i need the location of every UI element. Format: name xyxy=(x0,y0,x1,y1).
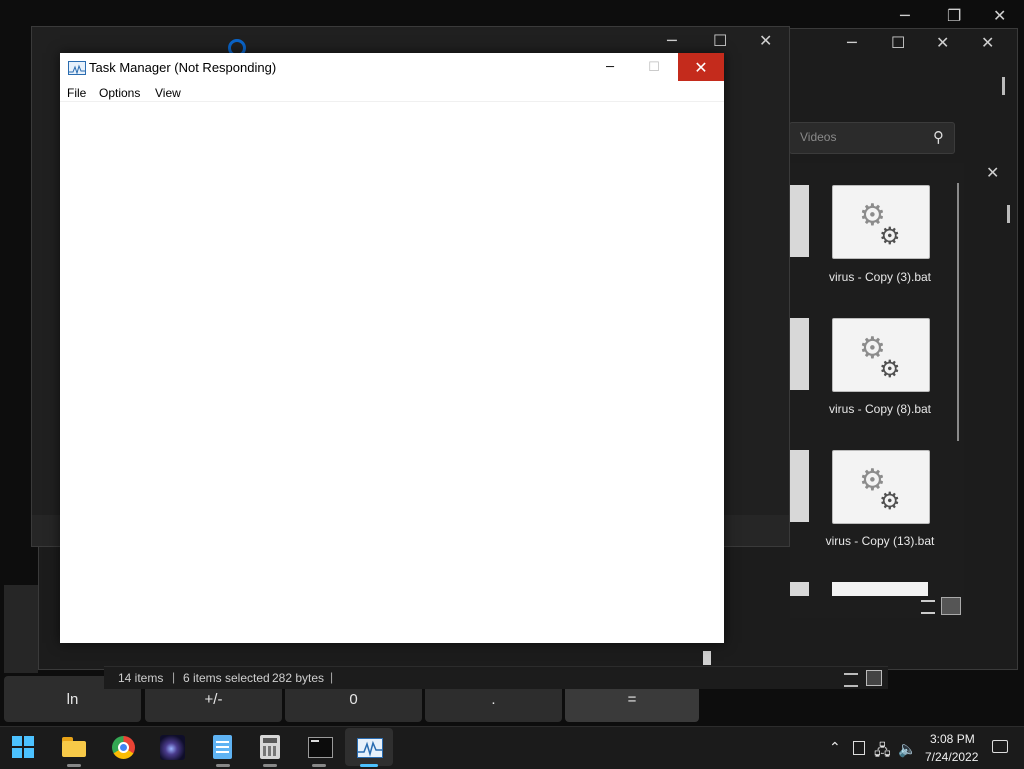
explorer-outer-close-control[interactable]: ✕ xyxy=(981,33,994,52)
file-thumbnail[interactable]: ⚙ ⚙ xyxy=(832,318,930,392)
task-manager-icon[interactable] xyxy=(357,738,383,758)
explorer-minimize-control[interactable]: ─ xyxy=(847,33,857,52)
calc-close-control[interactable]: ✕ xyxy=(759,31,772,50)
explorer-close-control[interactable]: ✕ xyxy=(936,33,949,52)
search-box[interactable]: Videos ⚲ xyxy=(789,122,955,154)
file-partial-tile[interactable] xyxy=(790,318,809,390)
tiles-view-icon[interactable] xyxy=(941,597,961,615)
task-manager-title: Task Manager (Not Responding) xyxy=(89,60,277,75)
terminal-icon[interactable] xyxy=(308,737,333,758)
explorer-maximize-control[interactable]: ☐ xyxy=(891,33,905,52)
file-thumbnail[interactable]: ⚙ ⚙ xyxy=(832,450,930,524)
status-divider: | xyxy=(172,670,176,684)
minimize-button[interactable]: ─ xyxy=(590,53,630,81)
search-input[interactable]: Videos xyxy=(800,130,836,144)
bg-minimize-control[interactable]: ─ xyxy=(900,6,910,25)
calc-maximize-control[interactable]: ☐ xyxy=(713,31,727,50)
file-partial-tile[interactable] xyxy=(832,582,928,596)
gear-icon: ⚙ xyxy=(879,222,901,250)
file-thumbnail[interactable]: ⚙ ⚙ xyxy=(832,185,930,259)
notification-icon[interactable] xyxy=(992,740,1008,753)
chevron-up-icon[interactable]: ⌃ xyxy=(829,740,841,756)
menu-view[interactable]: View xyxy=(155,86,181,100)
maximize-button[interactable]: ☐ xyxy=(634,53,674,81)
running-indicator xyxy=(216,764,230,767)
start-icon[interactable] xyxy=(12,736,34,758)
calc-minimize-control[interactable]: ─ xyxy=(667,31,677,50)
status-selected-size: 282 bytes xyxy=(272,671,325,685)
chrome-icon[interactable] xyxy=(112,736,135,759)
clock-time[interactable]: 3:08 PM xyxy=(930,732,975,746)
task-manager-app-icon xyxy=(68,61,86,75)
galaxy-app-icon[interactable] xyxy=(160,735,185,760)
file-pane: ✕ ⚙ ⚙ virus - Copy (3).bat ⚙ ⚙ virus - C… xyxy=(790,163,1010,618)
menu-file[interactable]: File xyxy=(67,86,86,100)
bg-close-control[interactable]: ✕ xyxy=(993,6,1006,25)
active-indicator xyxy=(360,764,378,767)
bg-restore-control[interactable]: ❐ xyxy=(947,6,961,25)
network-icon[interactable]: 🖧 xyxy=(874,740,891,765)
running-indicator xyxy=(312,764,326,767)
status-item-count: 14 items xyxy=(118,671,164,685)
pane-close-control[interactable]: ✕ xyxy=(986,163,999,182)
running-indicator xyxy=(67,764,81,767)
tablet-icon[interactable] xyxy=(853,741,865,755)
calc-key-label: . xyxy=(491,690,496,708)
minimize-icon: ─ xyxy=(606,59,614,75)
file-name-label[interactable]: virus - Copy (3).bat xyxy=(825,270,935,285)
calculator-icon[interactable] xyxy=(260,735,280,759)
volume-icon[interactable]: 🔈 xyxy=(898,740,917,758)
calc-key-label: 0 xyxy=(349,690,358,708)
search-icon[interactable]: ⚲ xyxy=(933,128,944,146)
clock-date[interactable]: 7/24/2022 xyxy=(925,750,978,764)
file-name-label[interactable]: virus - Copy (8).bat xyxy=(825,402,935,417)
calc-side-strip xyxy=(4,585,38,673)
taskbar xyxy=(0,726,1024,769)
calc-key-label: = xyxy=(627,690,637,708)
tiles-view-icon[interactable] xyxy=(866,670,882,686)
gear-icon: ⚙ xyxy=(879,355,901,383)
menu-divider xyxy=(60,101,724,102)
status-divider: | xyxy=(330,670,334,684)
file-name-label[interactable]: virus - Copy (13).bat xyxy=(825,534,935,549)
close-button[interactable]: ✕ xyxy=(678,53,724,81)
close-icon: ✕ xyxy=(694,57,708,77)
cursor-block xyxy=(703,651,711,665)
pane-scrollbar[interactable] xyxy=(957,183,959,441)
calc-key-label: +/- xyxy=(204,690,223,708)
running-indicator xyxy=(263,764,277,767)
status-selected-count: 6 items selected xyxy=(183,671,270,685)
notepad-icon[interactable] xyxy=(213,735,232,759)
explorer-scrollbar-thumb[interactable] xyxy=(1002,77,1005,95)
menu-options[interactable]: Options xyxy=(99,86,140,100)
maximize-icon: ☐ xyxy=(648,59,660,75)
task-manager-window: Task Manager (Not Responding) ─ ☐ ✕ File… xyxy=(60,53,724,643)
gear-icon: ⚙ xyxy=(879,487,901,515)
file-partial-tile[interactable] xyxy=(790,582,809,596)
calc-key-label: ln xyxy=(66,690,79,708)
details-view-icon[interactable] xyxy=(844,673,858,687)
file-partial-tile[interactable] xyxy=(790,450,809,522)
file-explorer-icon[interactable] xyxy=(62,737,86,757)
pane-scrollbar-thumb[interactable] xyxy=(1007,205,1010,223)
explorer-status-bar: 14 items | 6 items selected 282 bytes | xyxy=(104,666,888,689)
details-view-icon[interactable] xyxy=(921,600,935,614)
file-partial-tile[interactable] xyxy=(790,185,809,257)
